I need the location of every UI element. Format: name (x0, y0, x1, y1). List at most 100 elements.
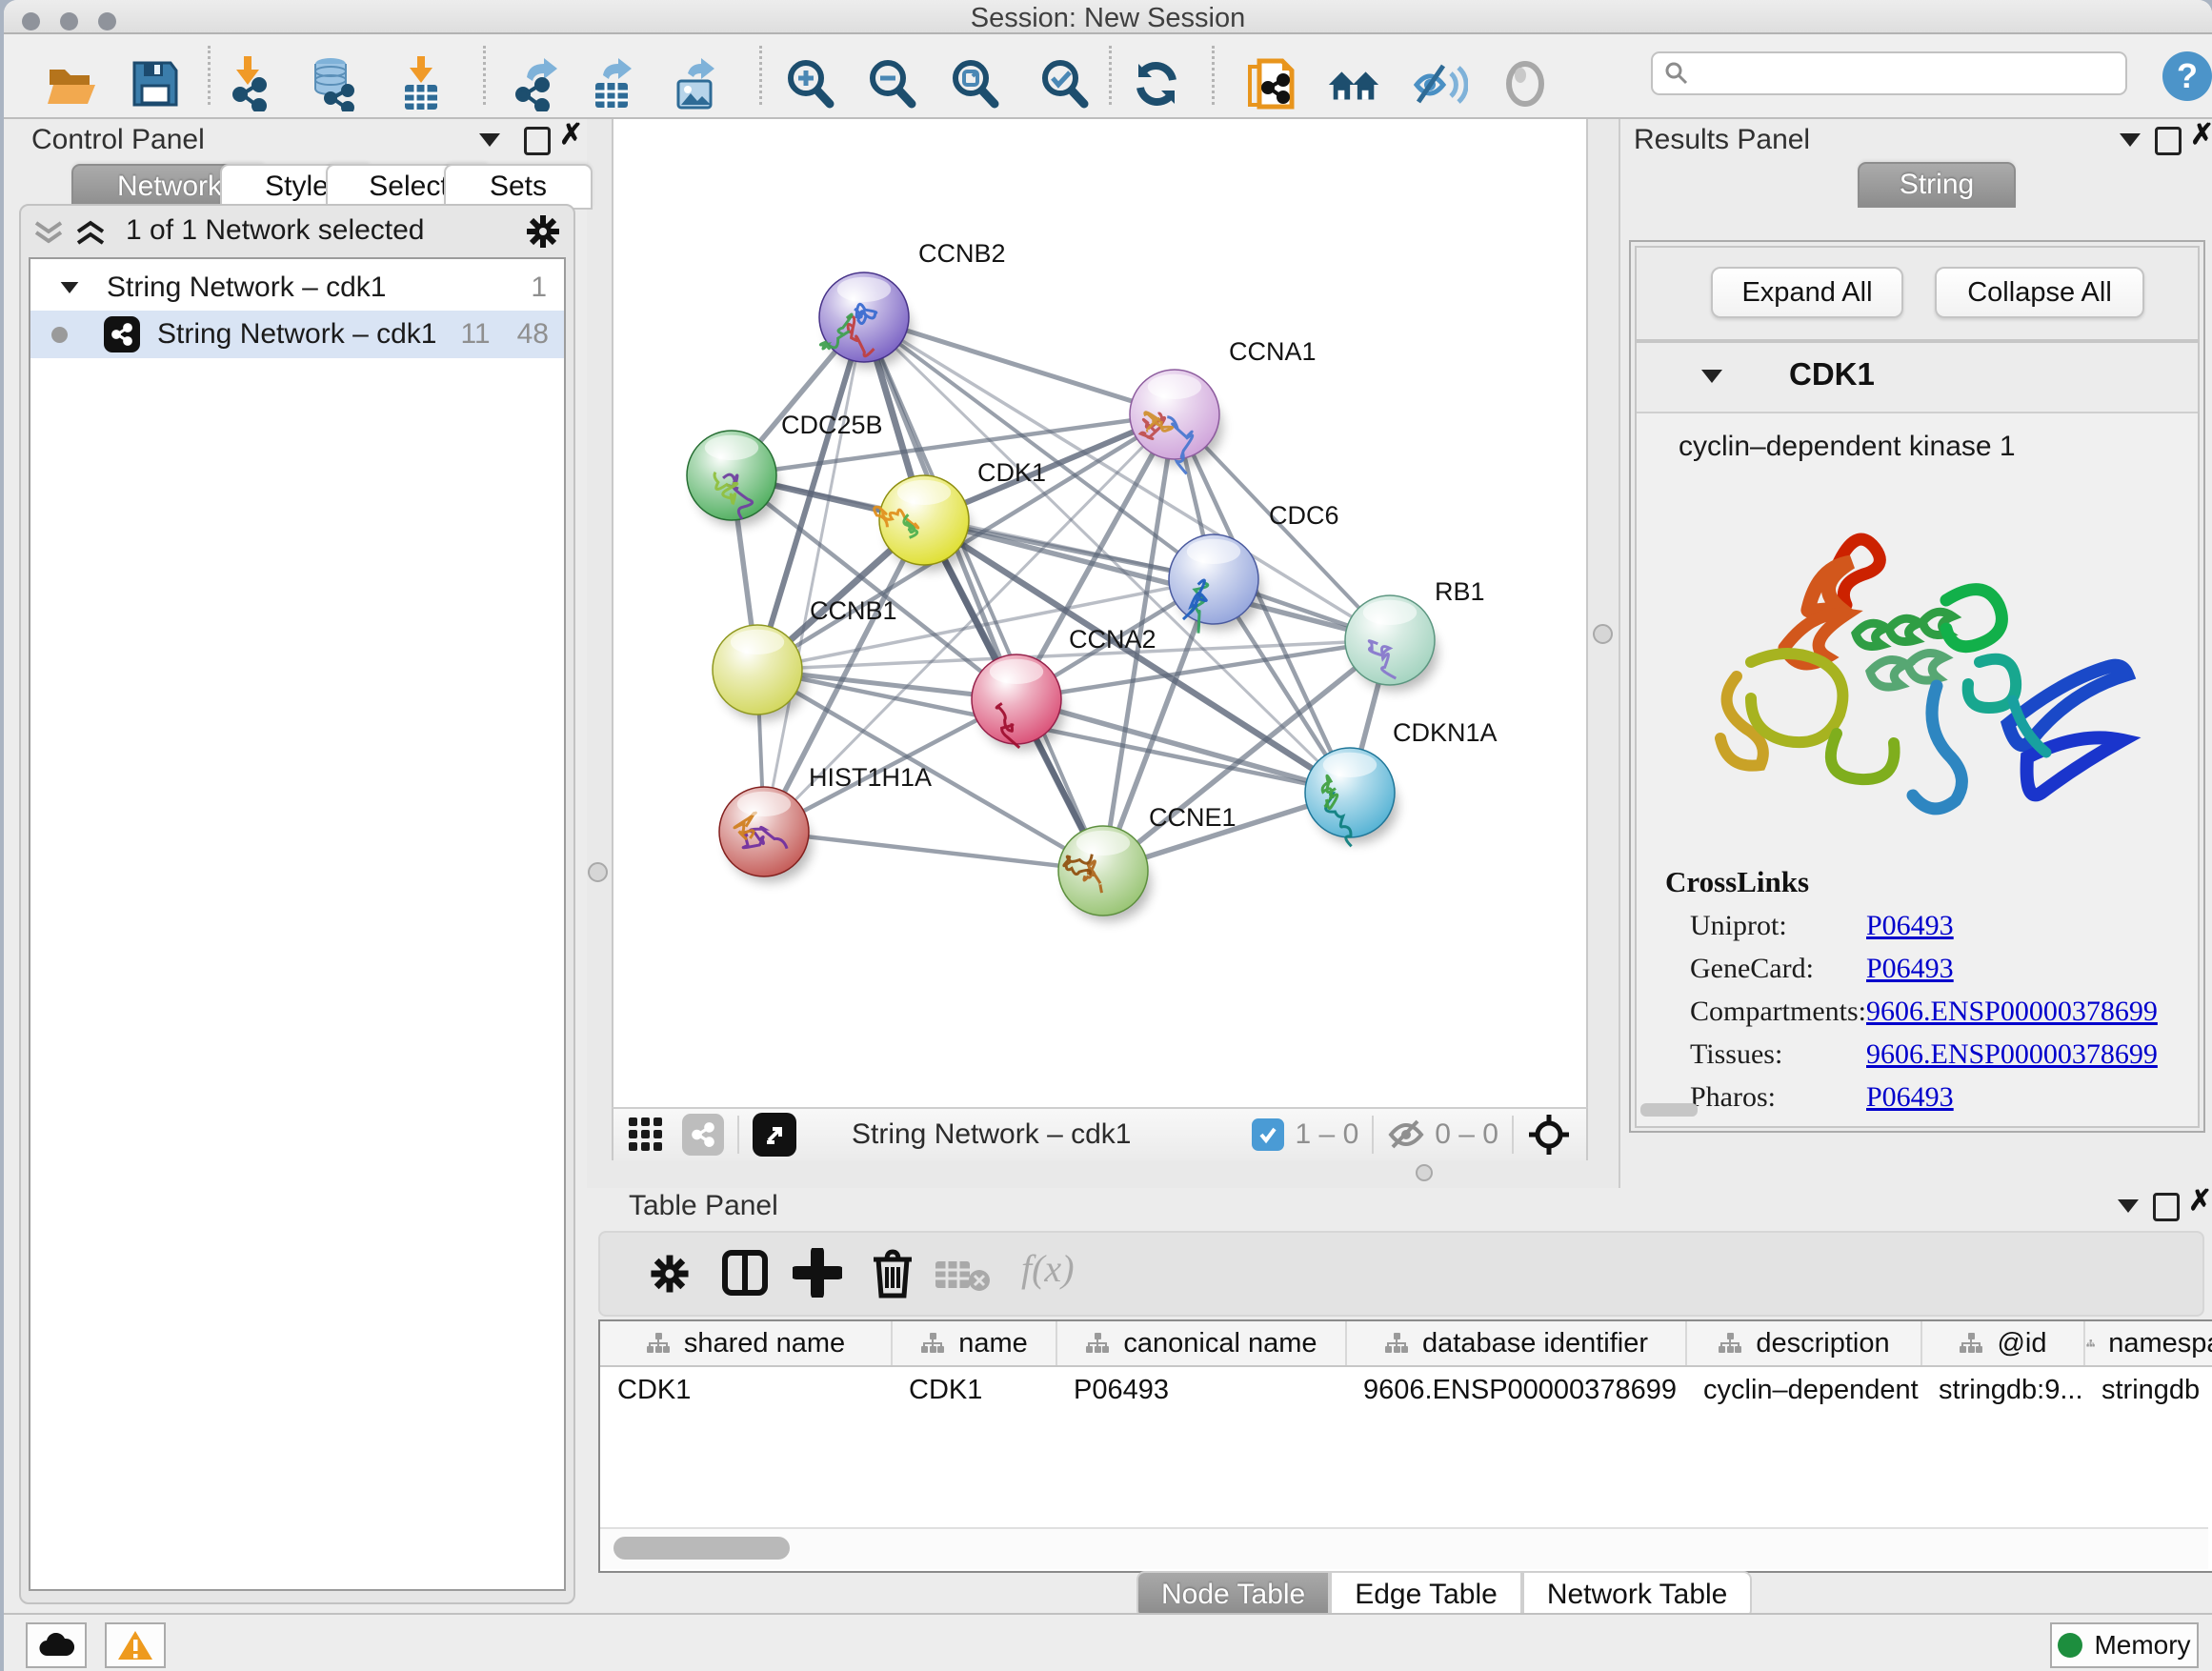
delete-table-icon (934, 1258, 993, 1292)
tab-edge-table[interactable]: Edge Table (1330, 1571, 1522, 1619)
column-header-canonical-name[interactable]: canonical name (1056, 1321, 1346, 1366)
network-node-ccna1[interactable]: CCNA1 (1130, 337, 1317, 473)
node-table[interactable]: shared namenamecanonical namedatabase id… (600, 1321, 2212, 1413)
panel-float-icon[interactable] (2153, 1193, 2180, 1221)
column-header-shared-name[interactable]: shared name (600, 1321, 892, 1366)
tab-node-table[interactable]: Node Table (1136, 1571, 1330, 1619)
network-share-icon[interactable] (682, 1114, 724, 1156)
column-header-description[interactable]: description (1686, 1321, 1921, 1366)
table-hscrollbar[interactable] (600, 1527, 2208, 1569)
crosslink-link[interactable]: 9606.ENSP00000378699 (1866, 996, 2158, 1028)
collapse-all-icon[interactable] (32, 219, 65, 248)
zoom-fit-button[interactable] (946, 55, 1003, 112)
tab-sets[interactable]: Sets (444, 164, 593, 210)
tree-expander-icon[interactable] (61, 282, 79, 293)
table-cell[interactable]: CDK1 (892, 1366, 1056, 1413)
table-row[interactable]: CDK1CDK1P064939606.ENSP00000378699cyclin… (600, 1366, 2212, 1413)
expand-all-button[interactable]: Expand All (1711, 267, 1903, 318)
network-row-selected[interactable]: String Network – cdk1 11 48 (30, 311, 564, 358)
panel-close-icon[interactable]: ✗ (2190, 123, 2212, 148)
panel-close-icon[interactable]: ✗ (2188, 1189, 2212, 1214)
import-table-button[interactable] (392, 55, 450, 112)
table-cell[interactable]: 9606.ENSP00000378699 (1346, 1366, 1686, 1413)
main-toolbar: ? (4, 34, 2212, 119)
protein-entry-header[interactable]: CDK1 (1637, 343, 2198, 413)
zoom-selected-button[interactable] (1036, 55, 1093, 112)
search-input[interactable] (1651, 51, 2127, 95)
save-session-button[interactable] (127, 55, 184, 112)
export-table-button[interactable] (585, 55, 642, 112)
open-session-button[interactable] (43, 55, 100, 112)
export-network-button[interactable] (509, 55, 566, 112)
crosslink-link[interactable]: 9606.ENSP00000378699 (1866, 1038, 2158, 1071)
entry-expander-icon[interactable] (1701, 370, 1722, 383)
column-header-namespac[interactable]: namespac (2084, 1321, 2212, 1366)
cloud-icon (38, 1633, 74, 1658)
memory-button[interactable]: Memory (2050, 1622, 2199, 1668)
selected-checkbox-icon[interactable] (1252, 1118, 1284, 1151)
export-image-button[interactable] (668, 55, 725, 112)
expand-all-icon[interactable] (74, 219, 107, 248)
show-panels-button[interactable] (1497, 55, 1554, 112)
zoom-out-button[interactable] (863, 55, 920, 112)
crosslink-link[interactable]: P06493 (1866, 910, 1954, 942)
status-bar: Memory (4, 1613, 2212, 1671)
panel-menu-icon[interactable] (2118, 1199, 2139, 1213)
table-cell[interactable]: stringdb:9... (1921, 1366, 2084, 1413)
network-node-cdkn1a[interactable]: CDKN1A (1305, 718, 1498, 846)
network-node-cdk1[interactable]: CDK1 (875, 458, 1046, 571)
collapse-all-button[interactable]: Collapse All (1935, 267, 2144, 318)
right-splitter-handle[interactable] (1593, 624, 1613, 644)
gear-icon[interactable] (524, 212, 562, 251)
network-node-hist1h1a[interactable]: HIST1H1A (719, 763, 932, 882)
entry-scrollbar[interactable] (1640, 1103, 1698, 1117)
network-edge[interactable] (764, 317, 864, 832)
hide-panels-button[interactable] (1411, 55, 1468, 112)
detach-view-icon[interactable] (753, 1113, 796, 1157)
network-edge[interactable] (764, 832, 1103, 871)
add-icon[interactable] (793, 1248, 842, 1298)
table-cell[interactable]: stringdb (2084, 1366, 2212, 1413)
show-columns-icon[interactable] (720, 1248, 770, 1298)
zoom-fit-icon (947, 56, 1002, 111)
import-network-button[interactable] (222, 55, 279, 112)
panel-float-icon[interactable] (524, 127, 551, 155)
import-network-from-database-button[interactable] (305, 55, 362, 112)
birdseye-view-icon[interactable] (627, 1116, 665, 1154)
column-header-database-identifier[interactable]: database identifier (1346, 1321, 1686, 1366)
panel-float-icon[interactable] (2155, 127, 2182, 155)
tab-string[interactable]: String (1858, 162, 2016, 208)
column-header--id[interactable]: @id (1921, 1321, 2084, 1366)
crosslink-link[interactable]: P06493 (1866, 1081, 1954, 1114)
delete-icon[interactable] (869, 1246, 916, 1299)
home-button[interactable] (1325, 55, 1382, 112)
table-cell[interactable]: CDK1 (600, 1366, 892, 1413)
panel-menu-icon[interactable] (479, 133, 500, 147)
crosslink-label: Compartments: (1690, 996, 1866, 1028)
left-splitter-handle[interactable] (588, 862, 608, 882)
panel-menu-icon[interactable] (2120, 133, 2141, 147)
network-collection-row[interactable]: String Network – cdk1 1 (30, 265, 564, 311)
panel-close-icon[interactable]: ✗ (559, 123, 583, 148)
zoom-in-button[interactable] (781, 55, 838, 112)
tab-network-table[interactable]: Network Table (1522, 1571, 1753, 1619)
network-node-ccne1[interactable]: CCNE1 (1058, 803, 1237, 921)
bottom-splitter-handle[interactable] (1416, 1164, 1433, 1181)
hidden-eye-icon (1387, 1118, 1425, 1151)
network-node-rb1[interactable]: RB1 (1345, 577, 1485, 691)
help-button[interactable]: ? (2162, 51, 2212, 101)
warning-icon (116, 1629, 154, 1661)
string-document-button[interactable] (1242, 55, 1299, 112)
column-header-name[interactable]: name (892, 1321, 1056, 1366)
network-canvas[interactable]: CCNB2CCNA1CDC25BCDK1CDC6RB1CCNB1CCNA2CDK… (612, 119, 1588, 1107)
cloud-button[interactable] (26, 1622, 87, 1668)
gear-icon[interactable] (648, 1252, 692, 1296)
table-cell[interactable]: P06493 (1056, 1366, 1346, 1413)
node-label-cdkn1a: CDKN1A (1393, 718, 1498, 747)
table-hscrollbar-thumb[interactable] (613, 1537, 790, 1560)
table-cell[interactable]: cyclin–dependent ... (1686, 1366, 1921, 1413)
refresh-button[interactable] (1128, 55, 1185, 112)
warning-button[interactable] (105, 1622, 166, 1668)
crosslink-link[interactable]: P06493 (1866, 953, 1954, 985)
fit-content-icon[interactable] (1527, 1113, 1571, 1157)
